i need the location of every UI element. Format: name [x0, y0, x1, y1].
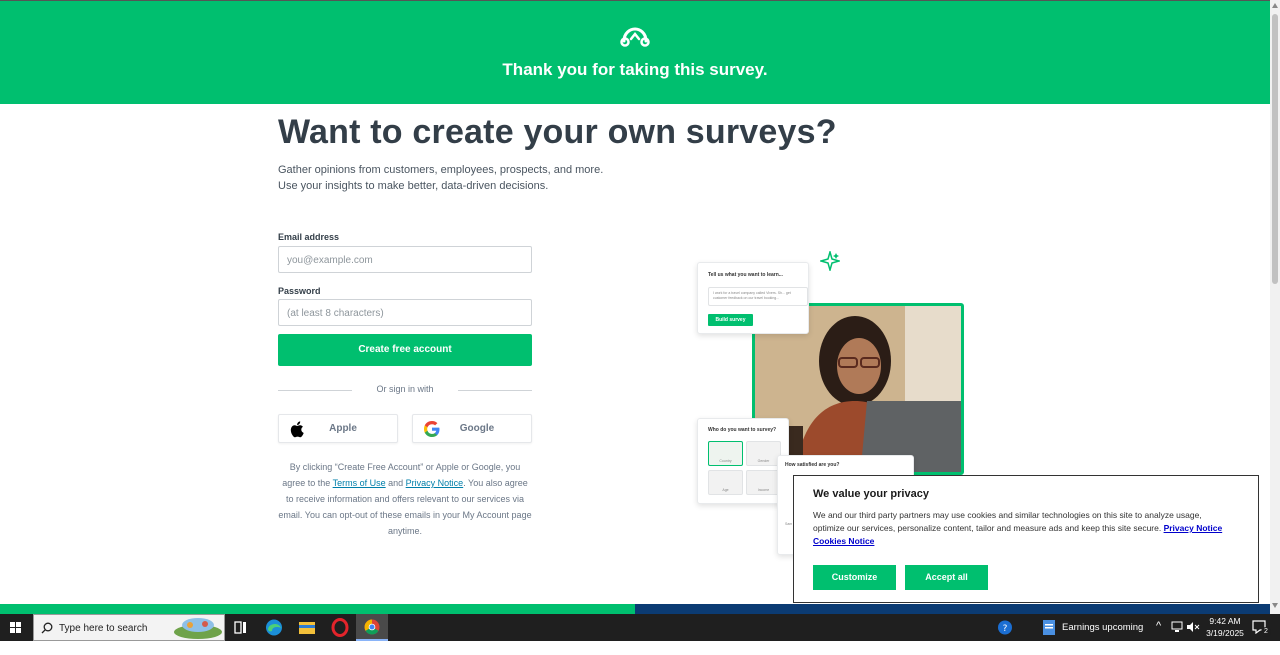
chrome-browser-icon — [364, 619, 380, 635]
scroll-up-arrow-icon[interactable] — [1272, 3, 1278, 8]
show-hidden-icons-chevron-icon[interactable]: ^ — [1156, 620, 1161, 647]
apple-sign-in-button[interactable]: Apple — [278, 414, 398, 443]
learn-card-title: Tell us what you want to learn... — [708, 272, 783, 278]
cookie-title: We value your privacy — [813, 488, 929, 500]
search-highlight-image-icon — [174, 618, 222, 639]
satisfaction-card-partial: Sam — [785, 522, 793, 526]
notification-count-badge: 2 — [1261, 627, 1271, 637]
option-income: Income — [746, 470, 781, 495]
cookie-body-text: We and our third party partners may use … — [813, 510, 1202, 533]
cookie-body: We and our third party partners may use … — [813, 509, 1233, 548]
accept-all-button[interactable]: Accept all — [905, 565, 988, 590]
build-survey-button: Build survey — [708, 314, 753, 326]
audience-card: Who do you want to survey? Country Gende… — [697, 418, 789, 504]
legal-text: By clicking “Create Free Account” or App… — [278, 459, 532, 539]
clock-date[interactable]: 3/19/2025 — [1203, 628, 1247, 655]
cookies-notice-link[interactable]: Cookies Notice — [813, 536, 874, 546]
chrome-taskbar-button-active[interactable] — [356, 614, 388, 641]
password-label: Password — [278, 286, 321, 296]
windows-start-icon[interactable] — [0, 614, 32, 641]
legal-text-part-2: and — [385, 478, 406, 488]
learn-card: Tell us what you want to learn... I work… — [697, 262, 809, 334]
help-icon[interactable]: ? — [990, 616, 1020, 639]
option-gender: Gender — [746, 441, 781, 466]
bottom-strip-green — [0, 604, 635, 614]
news-widget-icon[interactable] — [1035, 616, 1065, 639]
opera-browser-icon[interactable] — [325, 616, 355, 639]
network-icon[interactable] — [1170, 621, 1184, 633]
svg-text:?: ? — [1003, 624, 1008, 634]
terms-of-use-link[interactable]: Terms of Use — [333, 478, 386, 488]
cookie-consent-banner: We value your privacy We and our third p… — [793, 475, 1259, 603]
option-country: Country — [708, 441, 743, 466]
option-age: Age — [708, 470, 743, 495]
thank-you-banner: Thank you for taking this survey. — [0, 1, 1270, 104]
promo-heading: Want to create your own surveys? — [278, 113, 837, 151]
bottom-strip-blue — [635, 604, 1270, 614]
email-label: Email address — [278, 232, 340, 242]
google-button-label: Google — [459, 423, 495, 434]
learn-card-textbox: I work for a travel company called Viver… — [708, 287, 808, 306]
edge-browser-icon[interactable] — [259, 616, 289, 639]
scroll-down-arrow-icon[interactable] — [1272, 603, 1278, 608]
taskbar-search-box[interactable]: Type here to search — [33, 614, 225, 641]
thank-you-title: Thank you for taking this survey. — [502, 60, 768, 79]
password-input[interactable]: (at least 8 characters) — [278, 299, 532, 326]
divider-left — [278, 390, 352, 391]
divider-right — [458, 390, 532, 391]
satisfaction-card-title: How satisfied are you? — [785, 462, 840, 468]
surveymonkey-logo-icon — [620, 27, 650, 47]
volume-muted-icon[interactable] — [1186, 621, 1200, 633]
search-icon — [41, 622, 53, 634]
page-scrollbar[interactable] — [1270, 0, 1280, 614]
scrollbar-thumb[interactable] — [1272, 14, 1278, 284]
cookie-privacy-notice-link[interactable]: Privacy Notice — [1164, 523, 1223, 533]
taskbar-news-text[interactable]: Earnings upcoming — [1062, 622, 1143, 649]
learn-card-text: I work for a travel company called Viver… — [713, 291, 791, 300]
taskbar-search-placeholder: Type here to search — [59, 623, 148, 634]
customize-button[interactable]: Customize — [813, 565, 896, 590]
or-sign-in-text: Or sign in with — [376, 384, 434, 394]
apple-button-label: Apple — [329, 423, 357, 434]
promo-subline-2: Use your insights to make better, data-d… — [278, 180, 549, 192]
task-view-icon[interactable] — [226, 616, 256, 639]
google-sign-in-button[interactable]: Google — [412, 414, 532, 443]
audience-card-title: Who do you want to survey? — [708, 427, 777, 433]
windows-taskbar: Type here to search ? Earnings upcoming … — [0, 614, 1280, 641]
browser-viewport: Thank you for taking this survey. Want t… — [0, 0, 1280, 641]
email-input[interactable]: you@example.com — [278, 246, 532, 273]
sparkle-icon — [820, 251, 840, 271]
create-free-account-button[interactable]: Create free account — [278, 334, 532, 366]
promo-subline-1: Gather opinions from customers, employee… — [278, 164, 604, 176]
privacy-notice-link[interactable]: Privacy Notice — [406, 478, 464, 488]
file-explorer-icon[interactable] — [292, 616, 322, 639]
